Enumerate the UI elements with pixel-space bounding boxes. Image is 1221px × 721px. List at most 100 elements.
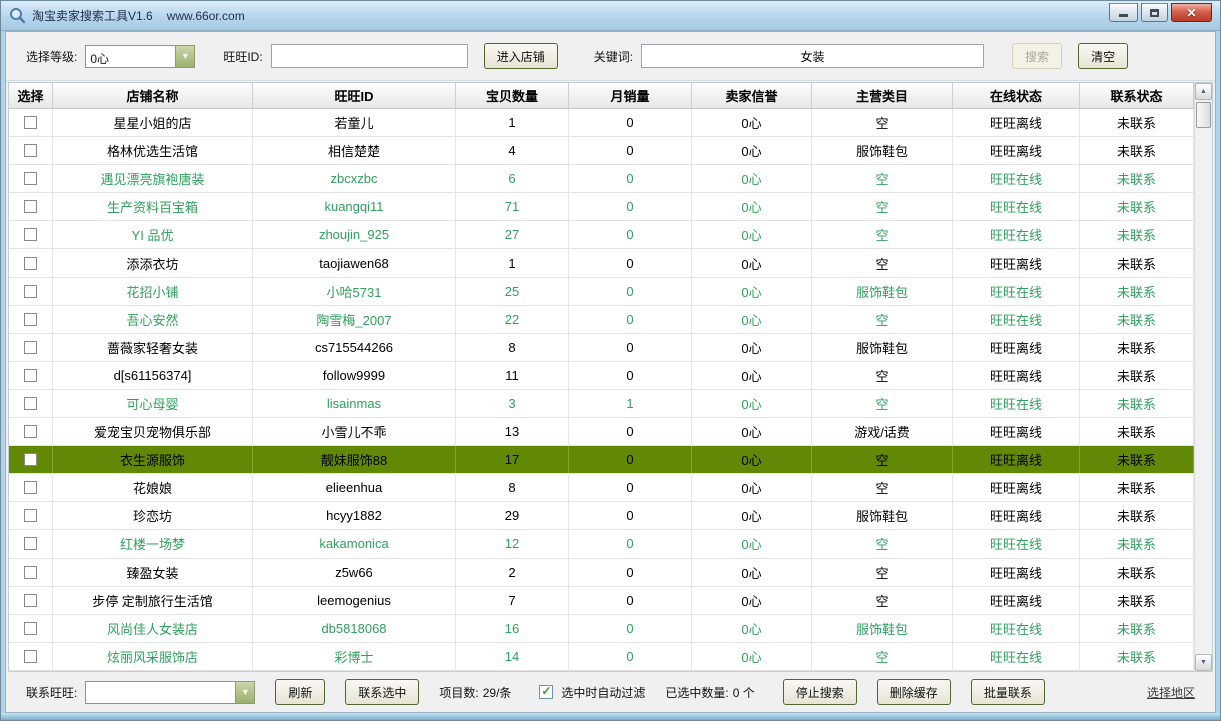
chevron-down-icon[interactable]: ▼ [175,46,194,67]
cell-online: 旺旺在线 [953,165,1080,192]
column-header[interactable]: 月销量 [569,83,692,108]
row-checkbox[interactable] [24,566,37,579]
maximize-button[interactable] [1141,3,1168,22]
cell-credit: 0心 [692,587,812,614]
row-checkbox[interactable] [24,509,37,522]
scroll-up-button[interactable]: ▲ [1195,83,1212,100]
row-select-cell [9,502,53,529]
cell-contact: 未联系 [1080,530,1194,557]
column-header[interactable]: 卖家信誉 [692,83,812,108]
contact-selected-button[interactable]: 联系选中 [345,679,419,705]
row-checkbox[interactable] [24,481,37,494]
cell-items: 11 [456,362,569,389]
table-row[interactable]: 红楼一场梦kakamonica1200心空旺旺在线未联系 [9,530,1194,558]
cell-category: 游戏/话费 [812,418,953,445]
row-checkbox[interactable] [24,537,37,550]
refresh-button[interactable]: 刷新 [275,679,325,705]
column-header[interactable]: 店铺名称 [53,83,253,108]
column-header[interactable]: 旺旺ID [253,83,456,108]
chevron-down-icon[interactable]: ▼ [235,682,254,703]
minimize-button[interactable] [1109,3,1138,22]
wangwang-id-input[interactable] [271,44,468,68]
cell-category: 服饰鞋包 [812,334,953,361]
cell-contact: 未联系 [1080,446,1194,473]
cell-category: 服饰鞋包 [812,502,953,529]
row-checkbox[interactable] [24,200,37,213]
table-row[interactable]: 生产资料百宝箱kuangqi117100心空旺旺在线未联系 [9,193,1194,221]
table-row[interactable]: 花招小铺小哈57312500心服饰鞋包旺旺在线未联系 [9,278,1194,306]
row-checkbox[interactable] [24,257,37,270]
row-checkbox[interactable] [24,116,37,129]
row-checkbox[interactable] [24,341,37,354]
column-header[interactable]: 主营类目 [812,83,953,108]
table-row[interactable]: 炫丽风采服饰店彩博士1400心空旺旺在线未联系 [9,643,1194,671]
vertical-scrollbar[interactable]: ▲ ▼ [1194,83,1212,671]
cell-sales: 0 [569,502,692,529]
column-header[interactable]: 选择 [9,83,53,108]
row-checkbox[interactable] [24,172,37,185]
cell-id: lisainmas [253,390,456,417]
stop-search-button[interactable]: 停止搜索 [783,679,857,705]
title-bar[interactable]: 淘宝卖家搜索工具V1.6 www.66or.com ✕ [1,1,1220,31]
level-select[interactable]: 0心 ▼ [85,45,195,68]
cell-items: 2 [456,559,569,586]
row-checkbox[interactable] [24,650,37,663]
delete-cache-button[interactable]: 删除缓存 [877,679,951,705]
select-region-link[interactable]: 选择地区 [1147,684,1195,701]
search-button[interactable]: 搜索 [1012,43,1062,69]
row-checkbox[interactable] [24,425,37,438]
table-row[interactable]: 臻盈女装z5w66200心空旺旺离线未联系 [9,559,1194,587]
table-row[interactable]: 添添衣坊taojiawen68100心空旺旺离线未联系 [9,249,1194,277]
column-header[interactable]: 联系状态 [1080,83,1194,108]
row-checkbox[interactable] [24,594,37,607]
table-row[interactable]: YI 品优zhoujin_9252700心空旺旺在线未联系 [9,221,1194,249]
table-row[interactable]: 步停 定制旅行生活馆leemogenius700心空旺旺离线未联系 [9,587,1194,615]
window-url: www.66or.com [167,9,245,23]
table-row[interactable]: 爱宠宝贝宠物俱乐部小雪儿不乖1300心游戏/话费旺旺离线未联系 [9,418,1194,446]
cell-online: 旺旺离线 [953,446,1080,473]
table-row[interactable]: 可心母婴lisainmas310心空旺旺在线未联系 [9,390,1194,418]
cell-shop: 蔷薇家轻奢女装 [53,334,253,361]
close-button[interactable]: ✕ [1171,3,1212,22]
column-header[interactable]: 宝贝数量 [456,83,569,108]
column-header[interactable]: 在线状态 [953,83,1080,108]
cell-online: 旺旺离线 [953,474,1080,501]
cell-shop: 步停 定制旅行生活馆 [53,587,253,614]
table-row[interactable]: 星星小姐的店若童儿100心空旺旺离线未联系 [9,109,1194,137]
table-row[interactable]: 风尚佳人女装店db58180681600心服饰鞋包旺旺在线未联系 [9,615,1194,643]
row-checkbox[interactable] [24,313,37,326]
row-checkbox[interactable] [24,144,37,157]
contact-wangwang-select[interactable]: ▼ [85,681,255,704]
scroll-down-button[interactable]: ▼ [1195,654,1212,671]
cell-online: 旺旺在线 [953,193,1080,220]
cell-contact: 未联系 [1080,249,1194,276]
table-row[interactable]: 珍恋坊hcyy18822900心服饰鞋包旺旺离线未联系 [9,502,1194,530]
row-checkbox[interactable] [24,397,37,410]
cell-id: 小雪儿不乖 [253,418,456,445]
batch-contact-button[interactable]: 批量联系 [971,679,1045,705]
row-checkbox[interactable] [24,453,37,466]
enter-shop-button[interactable]: 进入店铺 [484,43,558,69]
row-select-cell [9,615,53,642]
cell-credit: 0心 [692,334,812,361]
table-row[interactable]: 遇见漂亮旗袍唐装zbcxzbc600心空旺旺在线未联系 [9,165,1194,193]
cell-id: 靓妹服饰88 [253,446,456,473]
table-row[interactable]: 蔷薇家轻奢女装cs715544266800心服饰鞋包旺旺离线未联系 [9,334,1194,362]
table-row[interactable]: 花娘娘elieenhua800心空旺旺离线未联系 [9,474,1194,502]
auto-filter-checkbox[interactable]: ✓ [539,685,553,699]
cell-online: 旺旺离线 [953,559,1080,586]
cell-category: 服饰鞋包 [812,137,953,164]
row-checkbox[interactable] [24,228,37,241]
table-row[interactable]: 格林优选生活馆相信楚楚400心服饰鞋包旺旺离线未联系 [9,137,1194,165]
scrollbar-thumb[interactable] [1196,102,1211,128]
row-checkbox[interactable] [24,285,37,298]
table-row[interactable]: 衣生源服饰靓妹服饰881700心空旺旺离线未联系 [9,446,1194,474]
cell-contact: 未联系 [1080,278,1194,305]
clear-button[interactable]: 清空 [1078,43,1128,69]
keyword-input[interactable] [641,44,984,68]
table-row[interactable]: d[s61156374]follow99991100心空旺旺离线未联系 [9,362,1194,390]
row-checkbox[interactable] [24,622,37,635]
table-row[interactable]: 吾心安然陶雪梅_20072200心空旺旺在线未联系 [9,306,1194,334]
row-select-cell [9,446,53,473]
row-checkbox[interactable] [24,369,37,382]
